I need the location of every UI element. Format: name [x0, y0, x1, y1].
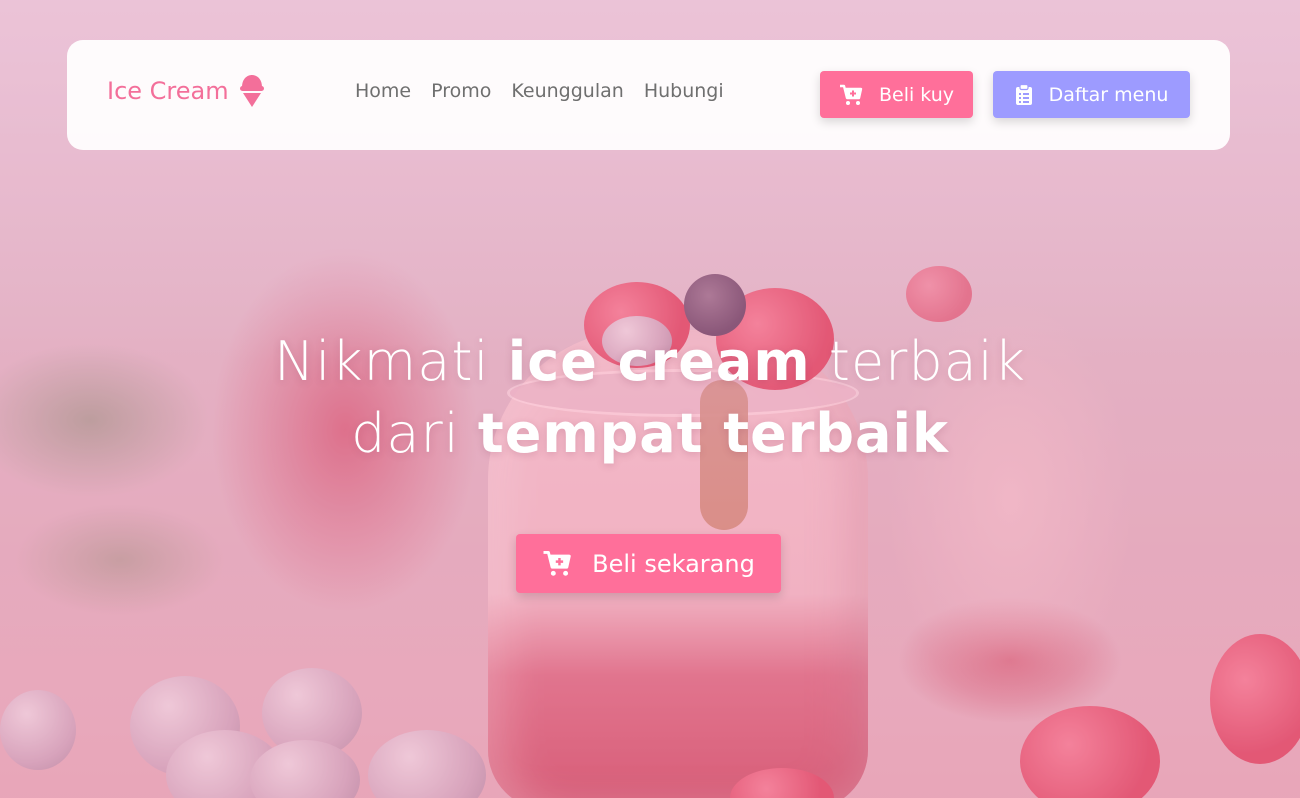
- cart-plus-icon: [839, 84, 863, 105]
- hero-title-text: terbaik: [810, 330, 1027, 393]
- clipboard-list-icon: [1015, 83, 1032, 105]
- nav-link-keunggulan[interactable]: Keunggulan: [511, 80, 623, 102]
- menu-list-button-label: Daftar menu: [1048, 83, 1169, 106]
- hero-title-highlight: ice cream: [507, 330, 811, 393]
- hero-title-text: Nikmati: [273, 330, 508, 393]
- nav-link-promo[interactable]: Promo: [431, 80, 491, 102]
- hero-title-text: dari: [351, 402, 478, 465]
- buy-now-button[interactable]: Beli sekarang: [516, 534, 781, 593]
- buy-button-label: Beli kuy: [878, 83, 955, 106]
- buy-now-button-label: Beli sekarang: [592, 549, 755, 578]
- ice-cream-icon: [239, 74, 265, 108]
- navbar: Ice Cream Home Promo Keunggulan Hubungi …: [67, 40, 1230, 150]
- buy-button[interactable]: Beli kuy: [820, 71, 973, 118]
- hero-title: Nikmati ice cream terbaik dari tempat te…: [0, 326, 1300, 470]
- nav-link-home[interactable]: Home: [355, 80, 411, 102]
- brand-name: Ice Cream: [107, 77, 229, 105]
- menu-list-button[interactable]: Daftar menu: [993, 71, 1190, 118]
- hero-title-highlight: tempat terbaik: [477, 402, 949, 465]
- brand-logo[interactable]: Ice Cream: [107, 74, 265, 108]
- cart-plus-icon: [543, 550, 571, 576]
- nav-link-hubungi[interactable]: Hubungi: [644, 80, 724, 102]
- nav-links: Home Promo Keunggulan Hubungi: [355, 80, 724, 102]
